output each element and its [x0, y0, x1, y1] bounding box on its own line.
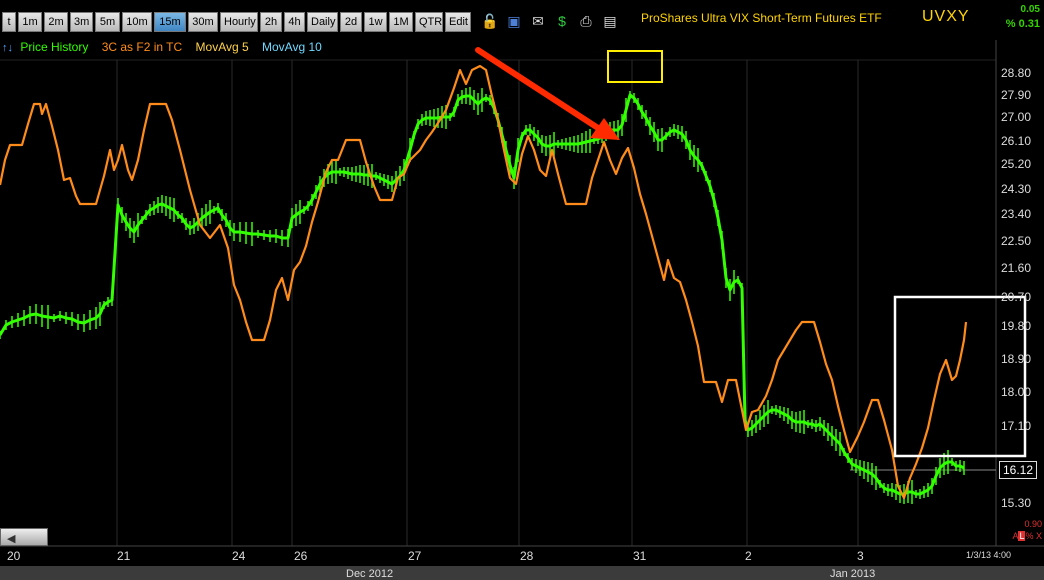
date-tick-label: 27 — [408, 549, 422, 563]
price-tick-label: 18.00 — [1001, 385, 1032, 399]
price-tick-label: 27.90 — [1001, 88, 1032, 102]
price-tick-label: 27.00 — [1001, 110, 1032, 124]
price-tick-label: 20.70 — [1001, 290, 1032, 304]
price-history-series-1 — [0, 93, 965, 496]
price-tick-label: 18.90 — [1001, 352, 1032, 366]
price-tick-label: 23.40 — [1001, 207, 1032, 221]
price-tick-label: 15.30 — [1001, 496, 1032, 510]
date-tick-label: 20 — [7, 549, 21, 563]
indicator-3c-line — [0, 64, 968, 500]
price-tick-label: 28.80 — [1001, 66, 1032, 80]
annotation-box-top — [607, 50, 663, 83]
date-tick-label: 21 — [117, 549, 131, 563]
price-tick-label: 26.10 — [1001, 134, 1032, 148]
price-tick-label: 24.30 — [1001, 182, 1032, 196]
price-tick-label: 22.50 — [1001, 234, 1032, 248]
date-tick-label: 28 — [520, 549, 534, 563]
price-chart[interactable] — [0, 0, 1044, 580]
date-tick-label: 31 — [633, 549, 647, 563]
month-axis-bar — [0, 566, 1044, 580]
indicator-value: 0.90 — [1024, 519, 1042, 529]
scroll-grip-icon: ◀ — [7, 533, 16, 545]
axis-mode-pct: % X — [1025, 531, 1042, 541]
date-tick-label: 3 — [857, 549, 864, 563]
chart-scroll-handle[interactable]: ◀ — [0, 528, 48, 546]
date-tick-label: 24 — [232, 549, 246, 563]
date-tick-label: 2 — [745, 549, 752, 563]
chart-timestamp: 1/3/13 4:00 — [966, 550, 1012, 560]
price-tick-label: 25.20 — [1001, 157, 1032, 171]
last-price-badge: 16.12 — [999, 461, 1037, 479]
price-tick-label: 17.10 — [1001, 419, 1032, 433]
price-tick-label: 21.60 — [1001, 261, 1032, 275]
price-tick-label: 19.80 — [1001, 319, 1032, 333]
month-label: Dec 2012 — [346, 568, 394, 580]
axis-mode-toggle[interactable]: AL% X — [1012, 531, 1042, 541]
month-label: Jan 2013 — [830, 568, 876, 580]
date-tick-label: 26 — [294, 549, 308, 563]
